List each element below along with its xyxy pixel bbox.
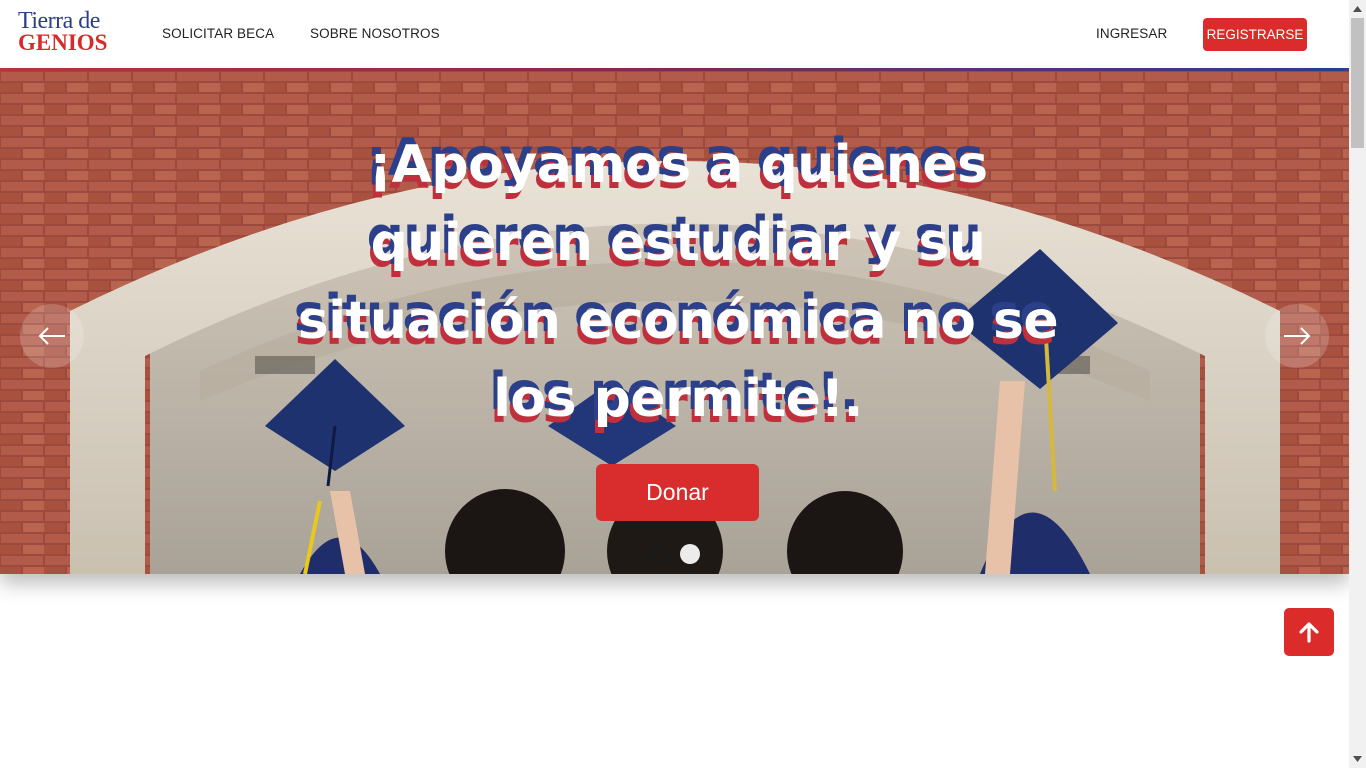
logo-line-2: GENIOS: [18, 30, 108, 55]
carousel-prev-button[interactable]: [20, 304, 84, 368]
scrollbar-thumb[interactable]: [1351, 18, 1364, 148]
donate-button[interactable]: Donar: [596, 464, 759, 521]
arrow-right-icon: [1284, 327, 1311, 345]
nav-link-sobre-nosotros[interactable]: SOBRE NOSOTROS: [310, 26, 440, 41]
scroll-to-top-button[interactable]: [1284, 608, 1334, 656]
hero-carousel: ¡Apoyamos a quienes quieren estudiar y s…: [0, 71, 1349, 574]
site-logo[interactable]: Tierra de GENIOS: [18, 9, 122, 55]
carousel-indicator-1[interactable]: [650, 544, 670, 564]
register-button[interactable]: REGISTRARSE: [1203, 18, 1307, 51]
navbar: Tierra de GENIOS SOLICITAR BECA SOBRE NO…: [0, 0, 1349, 68]
scroll-down-arrow-icon[interactable]: [1352, 754, 1363, 764]
nav-link-solicitar-beca[interactable]: SOLICITAR BECA: [162, 26, 274, 41]
scroll-up-arrow-icon[interactable]: [1352, 4, 1363, 14]
carousel-indicator-2[interactable]: [680, 544, 700, 564]
arrow-left-icon: [38, 327, 65, 345]
carousel-next-button[interactable]: [1265, 304, 1329, 368]
login-link[interactable]: INGRESAR: [1096, 26, 1167, 41]
hero-title: ¡Apoyamos a quienes quieren estudiar y s…: [297, 135, 1059, 429]
arrow-up-icon: [1299, 622, 1319, 643]
